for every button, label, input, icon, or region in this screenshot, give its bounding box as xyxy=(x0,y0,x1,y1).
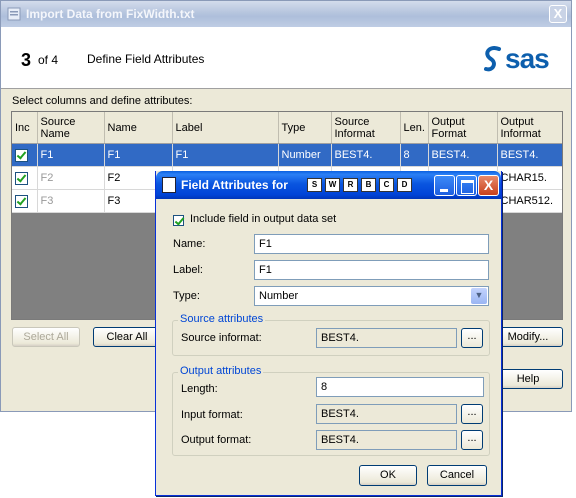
source-informat-cell: BEST4. xyxy=(331,143,401,167)
style-b-icon[interactable]: B xyxy=(361,178,376,192)
column-header[interactable]: Type xyxy=(278,112,332,144)
dialog-title: Field Attributes for xyxy=(181,178,288,192)
style-r-icon[interactable]: R xyxy=(343,178,358,192)
dialog-title-bar[interactable]: Field Attributes for S W R B C D X xyxy=(156,171,501,199)
style-d-icon[interactable]: D xyxy=(397,178,412,192)
name-field[interactable]: F1 xyxy=(254,234,489,254)
column-header[interactable]: Name xyxy=(104,112,173,144)
include-field-label: Include field in output data set xyxy=(190,213,337,225)
sas-logo: sas xyxy=(483,43,550,75)
output-informat-cell: BEST4. xyxy=(497,143,562,167)
close-button[interactable]: X xyxy=(549,5,567,23)
sas-logo-text: sas xyxy=(505,43,550,74)
include-checkbox[interactable] xyxy=(12,143,38,167)
source-name-cell: F2 xyxy=(37,166,105,190)
style-c-icon[interactable]: C xyxy=(379,178,394,192)
source-informat-field[interactable]: BEST4. xyxy=(316,328,457,348)
checkmark-icon xyxy=(15,171,28,185)
input-format-label: Input format: xyxy=(181,409,243,421)
output-informat-cell: CHAR512. xyxy=(497,189,562,213)
checkmark-icon xyxy=(15,194,28,208)
ok-button[interactable]: OK xyxy=(359,465,417,486)
column-header[interactable]: Label xyxy=(172,112,279,144)
minimize-icon xyxy=(440,189,448,192)
clear-all-button[interactable]: Clear All xyxy=(93,327,161,347)
source-name-cell: F1 xyxy=(37,143,105,167)
length-cell: 8 xyxy=(400,143,429,167)
step-number: 3 xyxy=(21,50,32,70)
table-icon xyxy=(162,177,176,193)
source-informat-label: Source informat: xyxy=(181,332,262,344)
column-header[interactable]: Source Informat xyxy=(331,112,401,144)
maximize-button[interactable] xyxy=(456,175,477,196)
source-attributes-title: Source attributes xyxy=(178,313,266,325)
input-format-field[interactable]: BEST4. xyxy=(316,404,457,424)
output-format-cell: BEST4. xyxy=(428,143,498,167)
column-header[interactable]: Source Name xyxy=(37,112,105,144)
title-bar[interactable]: Import Data from FixWidth.txt X xyxy=(1,1,571,27)
label-cell: F1 xyxy=(172,143,279,167)
output-format-field[interactable]: BEST4. xyxy=(316,430,457,450)
type-label: Type: xyxy=(173,290,200,302)
length-label: Length: xyxy=(181,383,218,395)
include-field-checkbox[interactable] xyxy=(173,214,184,226)
table-row[interactable]: F1 F1 F1 Number BEST4. 8 BEST4. BEST4. xyxy=(12,143,562,167)
output-format-label: Output format: xyxy=(181,434,252,446)
source-informat-browse-button[interactable]: ... xyxy=(461,328,483,348)
label-field[interactable]: F1 xyxy=(254,260,489,280)
source-name-cell: F3 xyxy=(37,189,105,213)
name-label: Name: xyxy=(173,238,206,250)
include-checkbox[interactable] xyxy=(12,166,38,190)
type-select-value: Number xyxy=(259,290,299,302)
include-checkbox[interactable] xyxy=(12,189,38,213)
grid-instructions: Select columns and define attributes: xyxy=(12,95,193,107)
style-w-icon[interactable]: W xyxy=(325,178,340,192)
column-header[interactable]: Output Format xyxy=(428,112,498,144)
modify-button[interactable]: Modify... xyxy=(493,327,563,347)
window-title: Import Data from FixWidth.txt xyxy=(26,7,195,21)
label-label: Label: xyxy=(173,264,203,276)
column-header[interactable]: Inc xyxy=(12,112,38,144)
window-icon xyxy=(7,7,21,21)
step-title: Define Field Attributes xyxy=(87,52,205,66)
select-all-button[interactable]: Select All xyxy=(12,327,80,347)
style-s-icon[interactable]: S xyxy=(307,178,322,192)
cancel-button[interactable]: Cancel xyxy=(427,465,487,486)
type-select[interactable]: Number ▼ xyxy=(254,286,489,306)
name-cell: F1 xyxy=(104,143,173,167)
output-format-browse-button[interactable]: ... xyxy=(461,430,483,450)
column-header[interactable]: Len. xyxy=(400,112,429,144)
field-attributes-dialog: Field Attributes for S W R B C D X Inclu… xyxy=(155,171,502,496)
minimize-button[interactable] xyxy=(434,175,455,196)
sas-swirl-icon xyxy=(484,46,501,72)
dialog-close-button[interactable]: X xyxy=(478,175,499,196)
maximize-icon xyxy=(461,180,474,194)
step-total: of 4 xyxy=(38,53,59,67)
column-header[interactable]: Output Informat xyxy=(497,112,562,144)
output-informat-cell: CHAR15. xyxy=(497,166,562,190)
input-format-browse-button[interactable]: ... xyxy=(461,404,483,424)
output-attributes-title: Output attributes xyxy=(178,365,264,377)
help-button[interactable]: Help xyxy=(493,369,563,389)
checkmark-icon xyxy=(15,148,28,162)
length-field[interactable]: 8 xyxy=(316,377,484,397)
chevron-down-icon[interactable]: ▼ xyxy=(471,288,487,304)
grid-header-row: Inc Source Name Name Label Type Source I… xyxy=(12,112,562,144)
type-cell: Number xyxy=(278,143,332,167)
